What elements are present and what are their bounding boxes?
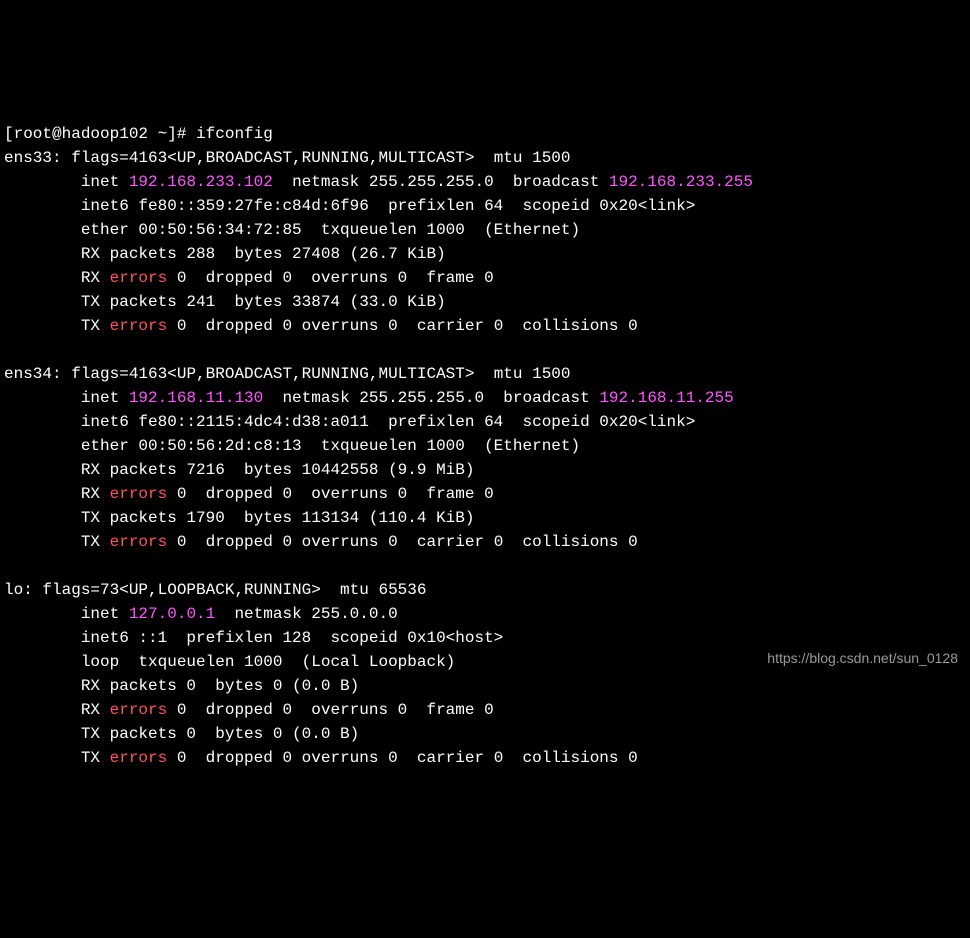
- rx-err-values: 0 dropped 0 overruns 0 frame 0: [167, 485, 493, 503]
- errors-word: errors: [110, 269, 168, 287]
- rx-err-prefix: RX: [4, 701, 110, 719]
- iface-flags: flags=4163<UP,BROADCAST,RUNNING,MULTICAS…: [71, 365, 570, 383]
- netmask-text: netmask 255.255.255.0 broadcast: [273, 173, 609, 191]
- inet-label: inet: [4, 605, 129, 623]
- rx-packets-line: RX packets 288 bytes 27408 (26.7 KiB): [4, 245, 446, 263]
- ether-line: ether 00:50:56:34:72:85 txqueuelen 1000 …: [4, 221, 580, 239]
- terminal-output: [root@hadoop102 ~]# ifconfig ens33: flag…: [4, 98, 966, 770]
- inet-label: inet: [4, 389, 129, 407]
- inet6-line: inet6 fe80::2115:4dc4:d38:a011 prefixlen…: [4, 413, 695, 431]
- broadcast-address: 192.168.233.255: [609, 173, 753, 191]
- inet6-line: inet6 fe80::359:27fe:c84d:6f96 prefixlen…: [4, 197, 695, 215]
- inet6-line: inet6 ::1 prefixlen 128 scopeid 0x10<hos…: [4, 629, 503, 647]
- rx-packets-line: RX packets 0 bytes 0 (0.0 B): [4, 677, 359, 695]
- errors-word: errors: [110, 485, 168, 503]
- tx-err-values: 0 dropped 0 overruns 0 carrier 0 collisi…: [167, 533, 637, 551]
- errors-word: errors: [110, 317, 168, 335]
- iface-name: ens33:: [4, 149, 71, 167]
- iface-flags: flags=4163<UP,BROADCAST,RUNNING,MULTICAS…: [71, 149, 570, 167]
- tx-packets-line: TX packets 0 bytes 0 (0.0 B): [4, 725, 359, 743]
- broadcast-address: 192.168.11.255: [599, 389, 733, 407]
- rx-err-values: 0 dropped 0 overruns 0 frame 0: [167, 701, 493, 719]
- tx-err-prefix: TX: [4, 749, 110, 767]
- inet-address: 192.168.11.130: [129, 389, 263, 407]
- rx-err-prefix: RX: [4, 269, 110, 287]
- tx-err-prefix: TX: [4, 533, 110, 551]
- errors-word: errors: [110, 749, 168, 767]
- inet-label: inet: [4, 173, 129, 191]
- tx-packets-line: TX packets 1790 bytes 113134 (110.4 KiB): [4, 509, 474, 527]
- inet-address: 127.0.0.1: [129, 605, 215, 623]
- loop-line: loop txqueuelen 1000 (Local Loopback): [4, 653, 455, 671]
- rx-err-prefix: RX: [4, 485, 110, 503]
- iface-name: lo:: [4, 581, 42, 599]
- netmask-text: netmask 255.0.0.0: [215, 605, 397, 623]
- inet-address: 192.168.233.102: [129, 173, 273, 191]
- tx-err-values: 0 dropped 0 overruns 0 carrier 0 collisi…: [167, 317, 637, 335]
- command-text: ifconfig: [196, 125, 273, 143]
- tx-err-values: 0 dropped 0 overruns 0 carrier 0 collisi…: [167, 749, 637, 767]
- iface-name: ens34:: [4, 365, 71, 383]
- shell-prompt: [root@hadoop102 ~]#: [4, 125, 196, 143]
- tx-err-prefix: TX: [4, 317, 110, 335]
- watermark-text: https://blog.csdn.net/sun_0128: [767, 648, 958, 669]
- iface-flags: flags=73<UP,LOOPBACK,RUNNING> mtu 65536: [42, 581, 426, 599]
- errors-word: errors: [110, 533, 168, 551]
- rx-err-values: 0 dropped 0 overruns 0 frame 0: [167, 269, 493, 287]
- rx-packets-line: RX packets 7216 bytes 10442558 (9.9 MiB): [4, 461, 474, 479]
- ether-line: ether 00:50:56:2d:c8:13 txqueuelen 1000 …: [4, 437, 580, 455]
- netmask-text: netmask 255.255.255.0 broadcast: [263, 389, 599, 407]
- errors-word: errors: [110, 701, 168, 719]
- tx-packets-line: TX packets 241 bytes 33874 (33.0 KiB): [4, 293, 446, 311]
